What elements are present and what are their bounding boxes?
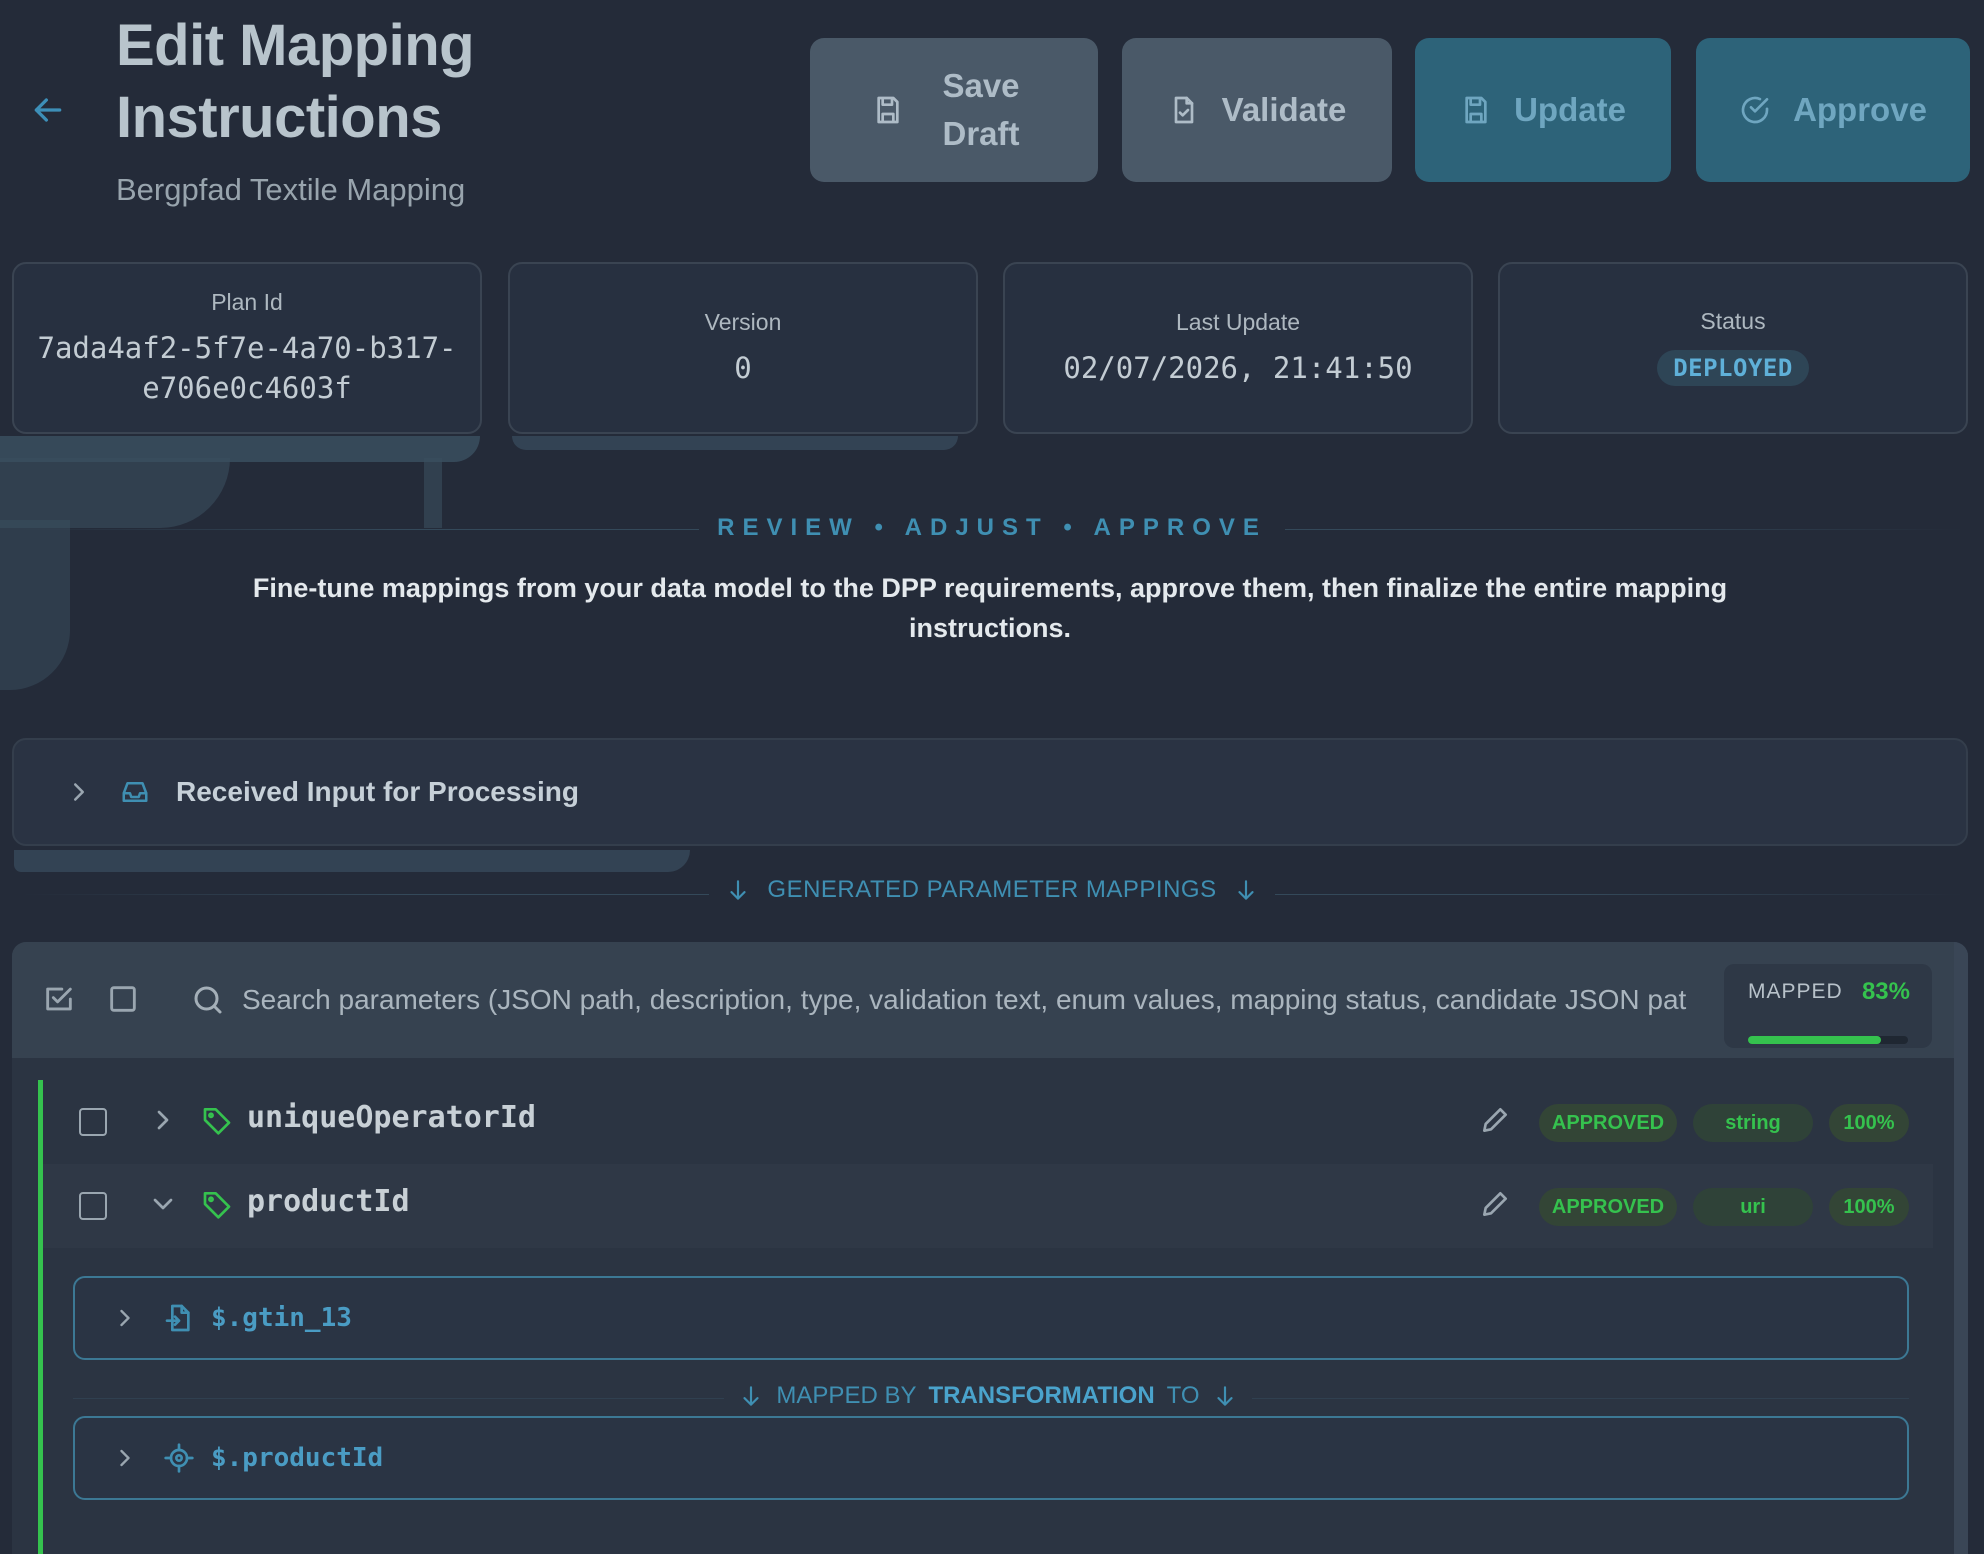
plan-id-value: 7ada4af2-5f7e-4a70-b317- e706e0c4603f (37, 328, 456, 408)
section-eyebrow-text: REVIEW • ADJUST • APPROVE (699, 514, 1285, 541)
page-title: Edit Mapping Instructions (116, 10, 475, 154)
mapped-label: MAPPED (1748, 980, 1843, 1003)
version-label: Version (704, 308, 782, 335)
arrow-down-icon (743, 1386, 760, 1406)
validate-label: Validate (1221, 91, 1347, 128)
status-card: Status DEPLOYED (1498, 262, 1968, 434)
target-path: $.productId (211, 1443, 384, 1473)
save-draft-button[interactable]: Save Draft (810, 38, 1098, 182)
decorative-smudge (14, 850, 690, 872)
generated-mappings-label: GENERATED PARAMETER MAPPINGS (767, 876, 1217, 903)
version-card: Version 0 (508, 262, 978, 434)
file-check-icon (1174, 96, 1193, 124)
section-eyebrow: REVIEW • ADJUST • APPROVE (0, 514, 1984, 542)
source-path: $.gtin_13 (211, 1303, 352, 1333)
select-all-checkbox-icon[interactable] (42, 982, 76, 1016)
inbox-icon (122, 782, 148, 802)
confidence-badge: 100% (1829, 1188, 1909, 1226)
approve-label: Approve (1793, 91, 1927, 128)
plan-id-card: Plan Id 7ada4af2-5f7e-4a70-b317- e706e0c… (12, 262, 482, 434)
type-badge: string (1693, 1104, 1813, 1142)
chevron-right-icon (111, 1444, 139, 1472)
last-update-value: 02/07/2026, 21:41:50 (1063, 350, 1413, 385)
pencil-icon[interactable] (1479, 1104, 1511, 1136)
parameter-row[interactable]: productId APPROVED uri 100% (43, 1164, 1933, 1248)
type-badge: uri (1693, 1188, 1813, 1226)
status-badge: DEPLOYED (1657, 350, 1809, 386)
page-title-line2: Instructions (116, 85, 442, 150)
parameter-row[interactable]: uniqueOperatorId APPROVED string 100% (43, 1080, 1933, 1164)
row-checkbox[interactable] (79, 1108, 107, 1136)
section-intro: Fine-tune mappings from your data model … (252, 573, 1728, 643)
decorative-smudge (0, 520, 70, 690)
save-icon (1465, 96, 1487, 124)
deselect-all-checkbox-icon[interactable] (106, 982, 140, 1016)
mapped-by-suffix: TO (1166, 1382, 1200, 1409)
page-subtitle: Bergpfad Textile Mapping (116, 172, 466, 207)
back-arrow-icon[interactable] (28, 90, 68, 130)
arrow-down-icon (1216, 1386, 1233, 1406)
mapped-by-prefix: MAPPED BY (776, 1382, 917, 1409)
chevron-down-icon[interactable] (147, 1188, 179, 1220)
mapping-panel: MAPPED 83% uniqueOperatorId APPROVED str… (12, 942, 1968, 1554)
status-badge: APPROVED (1539, 1188, 1677, 1226)
decorative-smudge (512, 436, 958, 450)
row-checkbox[interactable] (79, 1192, 107, 1220)
mapped-by-method: TRANSFORMATION (928, 1382, 1155, 1409)
generated-mappings-heading: GENERATED PARAMETER MAPPINGS (0, 876, 1984, 904)
tag-icon (201, 1188, 233, 1220)
mapped-progress: MAPPED 83% (1724, 964, 1932, 1048)
page-title-line1: Edit Mapping (116, 13, 475, 78)
update-label: Update (1514, 91, 1626, 128)
save-draft-label-line2: Draft (942, 115, 1020, 152)
plan-id-value-line1: 7ada4af2-5f7e-4a70-b317- (37, 330, 457, 365)
mapped-progress-fill (1748, 1036, 1881, 1044)
source-path-panel[interactable]: $.gtin_13 (73, 1276, 1909, 1360)
arrow-down-icon (1238, 880, 1254, 900)
parameter-name: uniqueOperatorId (247, 1100, 536, 1135)
circle-check-icon (1741, 96, 1769, 124)
mapped-percent: 83% (1861, 978, 1910, 1005)
chevron-right-icon (74, 783, 84, 801)
version-value: 0 (734, 350, 752, 385)
last-update-label: Last Update (1175, 308, 1301, 335)
plan-id-label: Plan Id (211, 288, 283, 315)
mapped-progress-track (1748, 1036, 1908, 1044)
save-draft-label-line1: Save (942, 67, 1020, 104)
target-icon (163, 1442, 195, 1474)
update-button[interactable]: Update (1415, 38, 1671, 182)
chevron-right-icon[interactable] (147, 1104, 179, 1136)
scrollbar[interactable] (1954, 942, 1968, 1554)
plan-id-value-line2: e706e0c4603f (142, 370, 352, 405)
status-label: Status (1700, 308, 1766, 334)
save-icon (877, 96, 899, 124)
tag-icon (201, 1104, 233, 1136)
parameter-name: productId (247, 1184, 410, 1219)
arrow-down-icon (730, 880, 746, 900)
mapped-by-label: MAPPED BY TRANSFORMATION TO (43, 1382, 1933, 1410)
file-import-icon (163, 1302, 195, 1334)
search-icon (190, 982, 226, 1018)
save-draft-label: Save Draft (926, 62, 1036, 158)
received-input-label: Received Input for Processing (176, 776, 579, 807)
mapping-toolbar: MAPPED 83% (12, 942, 1968, 1058)
parameter-list: uniqueOperatorId APPROVED string 100% pr… (38, 1080, 1938, 1554)
chevron-right-icon (111, 1304, 139, 1332)
target-path-panel[interactable]: $.productId (73, 1416, 1909, 1500)
validate-button[interactable]: Validate (1122, 38, 1392, 182)
status-badge: APPROVED (1539, 1104, 1677, 1142)
search-input[interactable] (242, 972, 1692, 1028)
received-input-panel[interactable]: Received Input for Processing (12, 738, 1968, 846)
confidence-badge: 100% (1829, 1104, 1909, 1142)
pencil-icon[interactable] (1479, 1188, 1511, 1220)
last-update-card: Last Update 02/07/2026, 21:41:50 (1003, 262, 1473, 434)
approve-button[interactable]: Approve (1696, 38, 1970, 182)
